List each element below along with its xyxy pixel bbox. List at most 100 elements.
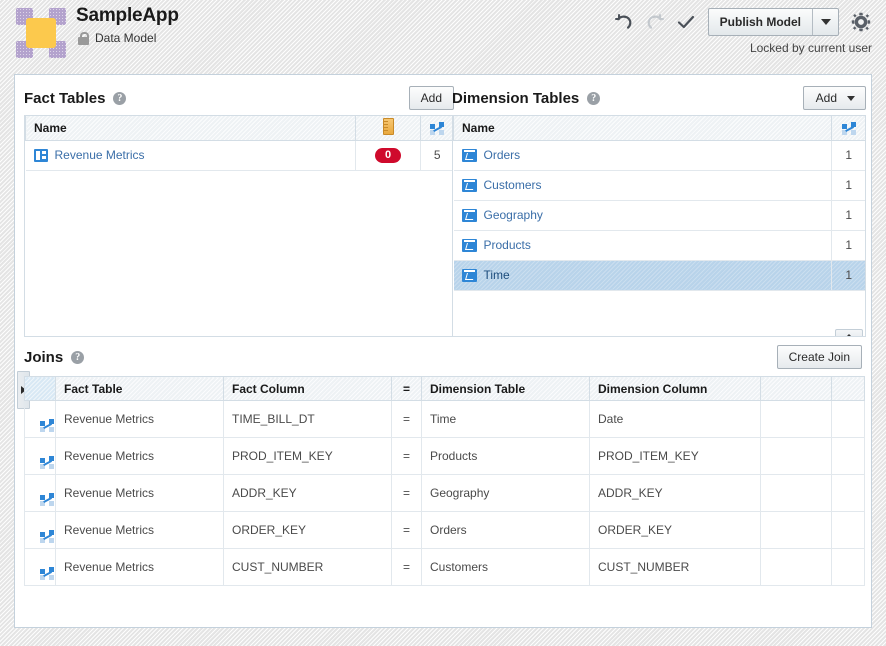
publish-model-dropdown-button[interactable] <box>813 9 838 35</box>
column-header-name[interactable]: Name <box>25 116 356 141</box>
join-row-icon-cell[interactable] <box>24 548 56 586</box>
dimension-table-name-cell[interactable]: Time <box>453 259 832 291</box>
join-dimension-column-cell[interactable]: PROD_ITEM_KEY <box>589 437 761 475</box>
table-row[interactable]: Revenue Metrics CUST_NUMBER = Customers CUST… <box>24 548 865 586</box>
join-fact-column-cell[interactable]: ORDER_KEY <box>223 511 392 549</box>
dimension-table-name-link[interactable]: Time <box>484 268 510 282</box>
dimension-table-name-cell[interactable]: Products <box>453 229 832 261</box>
join-row-icon-cell[interactable] <box>24 400 56 438</box>
column-header-fact-column[interactable]: Fact Column <box>223 376 392 401</box>
column-header-fact-table[interactable]: Fact Table <box>55 376 224 401</box>
dimension-table-name-link[interactable]: Products <box>484 238 531 252</box>
help-icon[interactable]: ? <box>71 350 85 364</box>
dimension-table-name-cell[interactable]: Geography <box>453 199 832 231</box>
join-extra-cell-1[interactable] <box>760 474 832 512</box>
column-header-joins[interactable] <box>831 116 865 141</box>
add-fact-table-button[interactable]: Add <box>408 86 454 110</box>
join-dimension-table-cell[interactable]: Products <box>421 437 590 475</box>
fact-table-name-link[interactable]: Revenue Metrics <box>55 148 145 162</box>
column-header-joins[interactable] <box>420 116 453 141</box>
table-row[interactable]: Revenue Metrics ORDER_KEY = Orders ORDER_KEY <box>24 511 865 549</box>
column-header-dimension-table[interactable]: Dimension Table <box>421 376 590 401</box>
table-row[interactable]: Orders 1 <box>453 139 865 171</box>
help-icon[interactable]: ? <box>587 91 601 105</box>
publish-model-split-button[interactable]: Publish Model <box>707 8 839 36</box>
table-row[interactable]: Revenue Metrics ADDR_KEY = Geography ADDR_KE… <box>24 474 865 512</box>
join-dimension-column-cell[interactable]: ORDER_KEY <box>589 511 761 549</box>
dimension-table-icon <box>461 268 477 282</box>
app-header: SampleApp Data Model Publish Model Locke… <box>0 0 886 66</box>
joins-header: Joins ? Create Join <box>24 338 862 376</box>
join-extra-cell-1[interactable] <box>760 511 832 549</box>
publish-model-button[interactable]: Publish Model <box>709 9 813 35</box>
table-row[interactable]: Revenue Metrics TIME_BILL_DT = Time Date <box>24 400 865 438</box>
undo-icon[interactable] <box>613 11 635 33</box>
dimension-table-name-link[interactable]: Geography <box>484 208 543 222</box>
join-extra-cell-1[interactable] <box>760 437 832 475</box>
table-row[interactable]: Time 1 <box>453 259 865 291</box>
join-extra-cell-2[interactable] <box>831 400 865 438</box>
dimension-table-name-link[interactable]: Orders <box>484 148 521 162</box>
join-dimension-table-cell[interactable]: Orders <box>421 511 590 549</box>
column-header-extra-2[interactable] <box>831 376 865 401</box>
dimension-tables-grid: Name Orders 1 Customers 1 Geography 1 Products… <box>453 116 865 291</box>
dimension-table-join-count-cell: 1 <box>831 169 865 201</box>
join-fact-table-cell[interactable]: Revenue Metrics <box>55 474 224 512</box>
fact-table-icon <box>33 148 48 162</box>
join-dimension-column-cell[interactable]: ADDR_KEY <box>589 474 761 512</box>
chevron-down-icon <box>820 19 831 25</box>
join-dimension-column-cell[interactable]: CUST_NUMBER <box>589 548 761 586</box>
gear-icon[interactable] <box>850 11 872 33</box>
join-fact-column-cell[interactable]: TIME_BILL_DT <box>223 400 392 438</box>
join-fact-column-cell[interactable]: ADDR_KEY <box>223 474 392 512</box>
check-icon[interactable] <box>675 11 697 33</box>
join-fact-table-cell[interactable]: Revenue Metrics <box>55 437 224 475</box>
join-extra-cell-1[interactable] <box>760 400 832 438</box>
join-extra-cell-2[interactable] <box>831 437 865 475</box>
join-row-icon-cell[interactable] <box>24 511 56 549</box>
join-fact-table-cell[interactable]: Revenue Metrics <box>55 548 224 586</box>
join-dimension-table-cell[interactable]: Geography <box>421 474 590 512</box>
join-extra-cell-1[interactable] <box>760 548 832 586</box>
dimension-table-name-cell[interactable]: Orders <box>453 139 832 171</box>
table-row[interactable]: Revenue Metrics 0 5 <box>25 139 453 171</box>
join-dimension-column-cell[interactable]: Date <box>589 400 761 438</box>
join-dimension-table-cell[interactable]: Time <box>421 400 590 438</box>
join-equals-cell[interactable]: = <box>391 437 422 475</box>
dimension-table-join-count-cell: 1 <box>831 259 865 291</box>
join-equals-cell[interactable]: = <box>391 511 422 549</box>
table-row[interactable]: Products 1 <box>453 229 865 261</box>
join-equals-cell[interactable]: = <box>391 548 422 586</box>
column-header-extra-1[interactable] <box>760 376 832 401</box>
join-fact-table-cell[interactable]: Revenue Metrics <box>55 400 224 438</box>
column-header-name[interactable]: Name <box>453 116 832 141</box>
join-equals-cell[interactable]: = <box>391 400 422 438</box>
table-row[interactable]: Customers 1 <box>453 169 865 201</box>
column-header-dimension-column[interactable]: Dimension Column <box>589 376 761 401</box>
help-icon[interactable]: ? <box>113 91 127 105</box>
join-fact-column-cell[interactable]: CUST_NUMBER <box>223 548 392 586</box>
join-dimension-table-cell[interactable]: Customers <box>421 548 590 586</box>
dimension-table-name-cell[interactable]: Customers <box>453 169 832 201</box>
create-join-button[interactable]: Create Join <box>776 345 862 369</box>
table-row[interactable]: Revenue Metrics PROD_ITEM_KEY = Products PRO… <box>24 437 865 475</box>
join-extra-cell-2[interactable] <box>831 548 865 586</box>
status-badge: 0 <box>375 148 401 163</box>
table-row[interactable]: Geography 1 <box>453 199 865 231</box>
join-extra-cell-2[interactable] <box>831 511 865 549</box>
add-dimension-table-button[interactable]: Add <box>802 86 866 110</box>
redo-icon[interactable] <box>644 11 666 33</box>
dimension-tables-body: Orders 1 Customers 1 Geography 1 Products 1 Time… <box>453 139 865 291</box>
join-equals-cell[interactable]: = <box>391 474 422 512</box>
page-subtitle: Data Model <box>95 31 157 45</box>
join-icon <box>841 121 856 135</box>
column-header-measures[interactable] <box>355 116 421 141</box>
join-fact-column-cell[interactable]: PROD_ITEM_KEY <box>223 437 392 475</box>
join-row-icon-cell[interactable] <box>24 474 56 512</box>
join-row-icon-cell[interactable] <box>24 437 56 475</box>
list-scroll-nub[interactable] <box>835 329 863 336</box>
fact-table-name-cell[interactable]: Revenue Metrics <box>25 139 356 171</box>
join-extra-cell-2[interactable] <box>831 474 865 512</box>
join-fact-table-cell[interactable]: Revenue Metrics <box>55 511 224 549</box>
dimension-table-name-link[interactable]: Customers <box>484 178 542 192</box>
